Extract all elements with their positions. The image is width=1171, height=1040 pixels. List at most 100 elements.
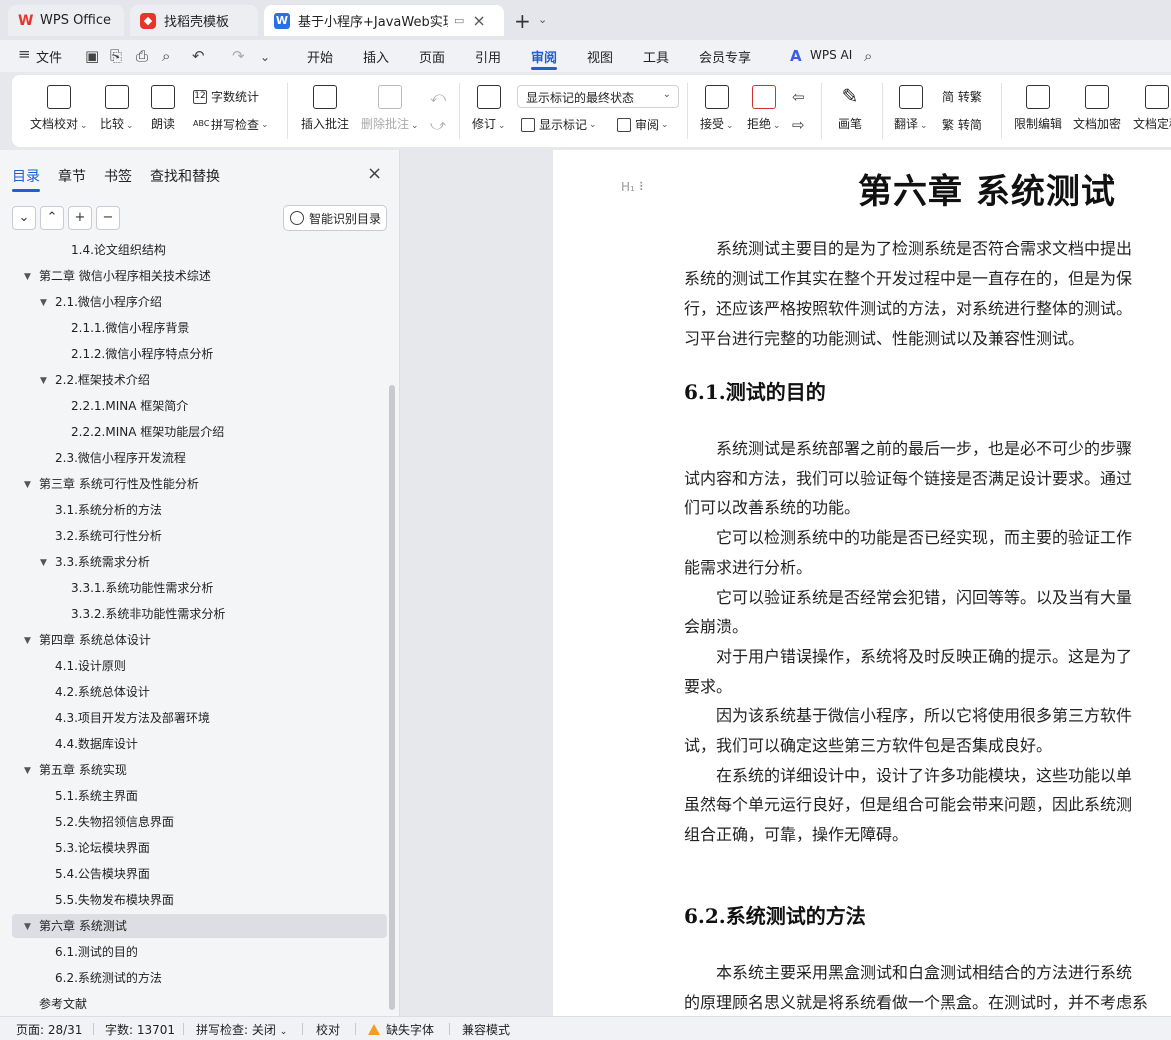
tab-docer-templates[interactable]: ◆ 找稻壳模板	[130, 5, 258, 36]
accept-button[interactable]: 接受 ⌄	[700, 85, 734, 132]
caret-down-icon[interactable]: ▼	[24, 636, 31, 646]
spell-check-indicator[interactable]: 拼写检查: 关闭 ⌄	[196, 1021, 287, 1038]
toc-item[interactable]: 第二章 微信小程序相关技术综述	[39, 263, 211, 289]
doc-check-button[interactable]: 文档校对 ⌄	[30, 85, 88, 132]
toc-item[interactable]: 第五章 系统实现	[39, 757, 127, 783]
to-traditional-button[interactable]: 简 转繁	[942, 88, 982, 105]
translate-button[interactable]: 翻译 ⌄	[894, 85, 928, 132]
tab-toc[interactable]: 目录	[12, 166, 40, 186]
toc-item[interactable]: 3.1.系统分析的方法	[55, 497, 162, 523]
menu-tools[interactable]: 工具	[643, 47, 669, 66]
toc-item[interactable]: 2.3.微信小程序开发流程	[55, 445, 186, 471]
pen-button[interactable]: ✎ 画笔	[838, 85, 862, 132]
tab-sections[interactable]: 章节	[58, 166, 86, 186]
review-pane-button[interactable]: 审阅 ⌄	[617, 116, 669, 133]
toc-item[interactable]: 6.2.系统测试的方法	[55, 965, 162, 991]
previous-comment-icon[interactable]: ⤺	[430, 88, 446, 106]
toc-item[interactable]: 2.2.1.MINA 框架简介	[71, 393, 188, 419]
toc-item[interactable]: 1.4.论文组织结构	[71, 240, 166, 263]
next-comment-icon[interactable]: ⤻	[430, 116, 446, 134]
to-simplified-button[interactable]: 繁 转简	[942, 116, 982, 133]
toc-item[interactable]: 2.2.框架技术介绍	[55, 367, 150, 393]
track-changes-button[interactable]: 修订 ⌄	[472, 85, 506, 132]
menu-references[interactable]: 引用	[475, 47, 501, 66]
toc-item[interactable]: 2.1.2.微信小程序特点分析	[71, 341, 213, 367]
menu-view[interactable]: 视图	[587, 47, 613, 66]
read-aloud-button[interactable]: 朗读	[151, 85, 175, 132]
chevron-down-icon[interactable]: ⌄	[538, 13, 547, 26]
toc-item[interactable]: 2.2.2.MINA 框架功能层介绍	[71, 419, 224, 445]
toc-item[interactable]: 3.3.1.系统功能性需求分析	[71, 575, 213, 601]
remove-heading-button[interactable]: −	[96, 206, 120, 230]
caret-down-icon[interactable]: ▼	[24, 922, 31, 932]
markup-state-select[interactable]: 显示标记的最终状态 ⌄	[517, 85, 679, 108]
toc-item[interactable]: 第四章 系统总体设计	[39, 627, 151, 653]
toc-item[interactable]: 5.5.失物发布模块界面	[55, 887, 174, 913]
print-preview-icon[interactable]: ⌕	[162, 47, 170, 65]
toc-item[interactable]: 参考文献	[39, 991, 87, 1016]
save-icon[interactable]: ▣	[85, 47, 99, 65]
screen-icon[interactable]: ▭	[454, 14, 464, 27]
previous-change-icon[interactable]: ⇦	[792, 88, 805, 106]
compare-button[interactable]: 比较 ⌄	[100, 85, 134, 132]
search-icon[interactable]: ⌕	[864, 47, 872, 65]
compat-mode-indicator[interactable]: 兼容模式	[462, 1021, 510, 1038]
toc-item[interactable]: 4.1.设计原则	[55, 653, 126, 679]
new-tab-button[interactable]: +	[514, 9, 531, 33]
expand-down-button[interactable]: ⌄	[12, 206, 36, 230]
word-count-button[interactable]: 12 字数统计	[193, 88, 259, 105]
toc-item[interactable]: 第三章 系统可行性及性能分析	[39, 471, 199, 497]
caret-down-icon[interactable]: ▼	[40, 298, 47, 308]
document-page[interactable]: H₁ ⠇ 第六章 系统测试 系统测试主要目的是为了检测系统是否符合需求文档中提出…	[553, 150, 1171, 1016]
toc-item[interactable]: 第六章 系统测试	[39, 913, 127, 939]
toc-item[interactable]: 2.1.1.微信小程序背景	[71, 315, 189, 341]
collapse-up-button[interactable]: ⌃	[40, 206, 64, 230]
menu-page[interactable]: 页面	[419, 47, 445, 66]
encrypt-button[interactable]: 文档加密	[1073, 85, 1121, 132]
smart-toc-button[interactable]: 智能识别目录	[283, 205, 387, 231]
toc-item[interactable]: 5.4.公告模块界面	[55, 861, 150, 887]
toc-item[interactable]: 4.2.系统总体设计	[55, 679, 150, 705]
undo-icon[interactable]: ↶	[192, 47, 205, 65]
toc-item[interactable]: 3.3.系统需求分析	[55, 549, 150, 575]
heading-handle-icon[interactable]: H₁ ⠇	[621, 180, 647, 194]
caret-down-icon[interactable]: ▼	[24, 272, 31, 282]
menu-wps-ai[interactable]: WPS AI	[810, 48, 852, 62]
export-icon[interactable]: ⎘	[110, 47, 122, 65]
insert-comment-button[interactable]: 插入批注	[301, 85, 349, 132]
reject-button[interactable]: 拒绝 ⌄	[747, 85, 781, 132]
tab-wps-office[interactable]: W WPS Office	[8, 5, 124, 36]
toc-item[interactable]: 5.1.系统主界面	[55, 783, 138, 809]
missing-font-indicator[interactable]: 缺失字体	[368, 1021, 434, 1038]
toc-item[interactable]: 5.3.论坛模块界面	[55, 835, 150, 861]
show-markup-button[interactable]: 显示标记 ⌄	[521, 116, 597, 133]
print-icon[interactable]: ⎙	[136, 47, 148, 65]
proofread-indicator[interactable]: 校对	[316, 1021, 340, 1038]
add-heading-button[interactable]: +	[68, 206, 92, 230]
delete-comment-button[interactable]: 删除批注 ⌄	[361, 85, 419, 132]
toc-item[interactable]: 5.2.失物招领信息界面	[55, 809, 174, 835]
restrict-edit-button[interactable]: 限制编辑	[1014, 85, 1062, 132]
tab-find-replace[interactable]: 查找和替换	[150, 166, 220, 186]
close-icon[interactable]: ×	[472, 11, 485, 30]
page-indicator[interactable]: 页面: 28/31	[16, 1021, 82, 1038]
toc-item[interactable]: 4.4.数据库设计	[55, 731, 138, 757]
menu-home[interactable]: 开始	[307, 47, 333, 66]
caret-down-icon[interactable]: ▼	[40, 376, 47, 386]
caret-down-icon[interactable]: ▼	[40, 558, 47, 568]
redo-icon[interactable]: ↷	[232, 47, 245, 65]
scrollbar[interactable]	[389, 385, 395, 1010]
toc-item[interactable]: 3.3.2.系统非功能性需求分析	[71, 601, 225, 627]
toc-item[interactable]: 6.1.测试的目的	[55, 939, 138, 965]
caret-down-icon[interactable]: ▼	[24, 480, 31, 490]
word-count-indicator[interactable]: 字数: 13701	[105, 1021, 175, 1038]
menu-review[interactable]: 审阅	[531, 47, 557, 66]
toc-item[interactable]: 4.3.项目开发方法及部署环境	[55, 705, 210, 731]
chevron-down-icon[interactable]: ⌄	[260, 50, 270, 64]
finalize-button[interactable]: 文档定稿	[1133, 85, 1171, 132]
menu-member[interactable]: 会员专享	[699, 47, 751, 66]
tab-current-document[interactable]: W 基于小程序+JavaWeb实现的 ▭ ×	[264, 5, 504, 36]
tab-bookmarks[interactable]: 书签	[104, 166, 132, 186]
menu-insert[interactable]: 插入	[363, 47, 389, 66]
next-change-icon[interactable]: ⇨	[792, 116, 805, 134]
